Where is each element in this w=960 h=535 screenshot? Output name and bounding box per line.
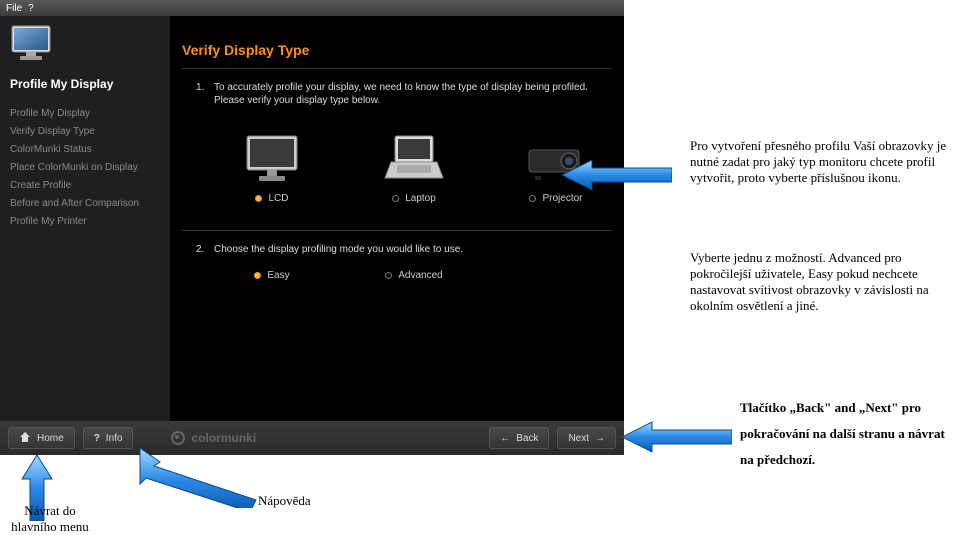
annotation-arrow-3	[622, 420, 732, 459]
step-1: 1. To accurately profile your display, w…	[170, 69, 624, 111]
radio-laptop-icon	[392, 195, 399, 202]
home-icon	[19, 431, 31, 446]
annotation-arrow-1	[562, 158, 672, 197]
colormunki-logo-icon	[171, 431, 185, 445]
info-button[interactable]: ? Info	[83, 427, 134, 449]
mode-easy-label: Easy	[267, 270, 289, 281]
device-laptop-label: Laptop	[405, 193, 436, 204]
arrow-right-icon: →	[595, 433, 605, 444]
sidebar: Profile My Display Profile My Display Ve…	[0, 16, 170, 421]
sidebar-title: Profile My Display	[0, 71, 170, 103]
content-panel: Verify Display Type 1. To accurately pro…	[170, 16, 624, 421]
arrow-left-icon: ←	[500, 433, 510, 444]
app-window: File ? Profile My Display Profile My Dis…	[0, 0, 624, 455]
brand-label: colormunki	[191, 431, 256, 445]
device-laptop[interactable]: Laptop	[370, 129, 458, 204]
monitor-icon	[10, 24, 170, 67]
radio-advanced-icon	[385, 272, 392, 279]
step-2: 2. Choose the display profiling mode you…	[170, 231, 624, 260]
annotation-2: Vyberte jednu z možností. Advanced pro p…	[690, 250, 958, 314]
step-2-number: 2.	[196, 243, 214, 256]
annotation-3-line3: na předchozí.	[740, 452, 960, 468]
mode-easy[interactable]: Easy	[228, 270, 316, 281]
step-1-number: 1.	[196, 81, 214, 107]
device-choices: LCD Laptop Projector	[170, 111, 624, 212]
radio-easy-icon	[254, 272, 261, 279]
next-button[interactable]: Next →	[557, 427, 616, 449]
step-2-text: Choose the display profiling mode you wo…	[214, 243, 606, 256]
radio-projector-icon	[529, 195, 536, 202]
annotation-4-line1: Návrat do	[0, 503, 100, 519]
sidebar-item-status[interactable]: ColorMunki Status	[8, 141, 170, 159]
sidebar-item-before-after[interactable]: Before and After Comparison	[8, 195, 170, 213]
annotation-3-line1: Tlačítko „Back" and „Next" pro	[740, 400, 960, 416]
next-button-label: Next	[568, 433, 589, 444]
footer: Home ? Info colormunki ← Back Next →	[0, 421, 624, 455]
sidebar-item-create-profile[interactable]: Create Profile	[8, 177, 170, 195]
lcd-icon	[228, 129, 316, 187]
step-1-line1: To accurately profile your display, we n…	[214, 81, 606, 94]
profiling-modes: Easy Advanced	[170, 260, 624, 281]
mode-advanced[interactable]: Advanced	[370, 270, 458, 281]
sidebar-nav: Profile My Display Verify Display Type C…	[0, 103, 170, 231]
device-lcd[interactable]: LCD	[228, 129, 316, 204]
step-1-line2: Please verify your display type below.	[214, 94, 606, 107]
info-button-label: Info	[106, 433, 123, 444]
device-lcd-label: LCD	[268, 193, 288, 204]
annotation-1: Pro vytvoření přesného profilu Vaší obra…	[690, 138, 950, 186]
sidebar-item-profile-printer[interactable]: Profile My Printer	[8, 213, 170, 231]
laptop-icon	[370, 129, 458, 187]
home-button[interactable]: Home	[8, 427, 75, 449]
back-button[interactable]: ← Back	[489, 427, 549, 449]
annotation-4: Návrat do hlavního menu	[0, 503, 100, 535]
back-button-label: Back	[516, 433, 538, 444]
annotation-3: Tlačítko „Back" and „Next" pro pokračová…	[740, 400, 960, 468]
radio-lcd-icon	[255, 195, 262, 202]
page-title: Verify Display Type	[170, 16, 624, 64]
question-icon: ?	[94, 433, 100, 444]
annotation-5: Nápověda	[258, 493, 311, 509]
menu-file[interactable]: File	[6, 3, 22, 14]
sidebar-item-verify-display-type[interactable]: Verify Display Type	[8, 123, 170, 141]
sidebar-item-profile-display[interactable]: Profile My Display	[8, 105, 170, 123]
annotation-3-line2: pokračování na další stranu a návrat	[740, 426, 960, 442]
brand: colormunki	[141, 431, 481, 445]
annotation-arrow-5	[130, 448, 260, 513]
sidebar-item-place-on-display[interactable]: Place ColorMunki on Display	[8, 159, 170, 177]
mode-advanced-label: Advanced	[398, 270, 442, 281]
menu-help[interactable]: ?	[28, 3, 34, 14]
home-button-label: Home	[37, 433, 64, 444]
menubar: File ?	[0, 0, 624, 16]
